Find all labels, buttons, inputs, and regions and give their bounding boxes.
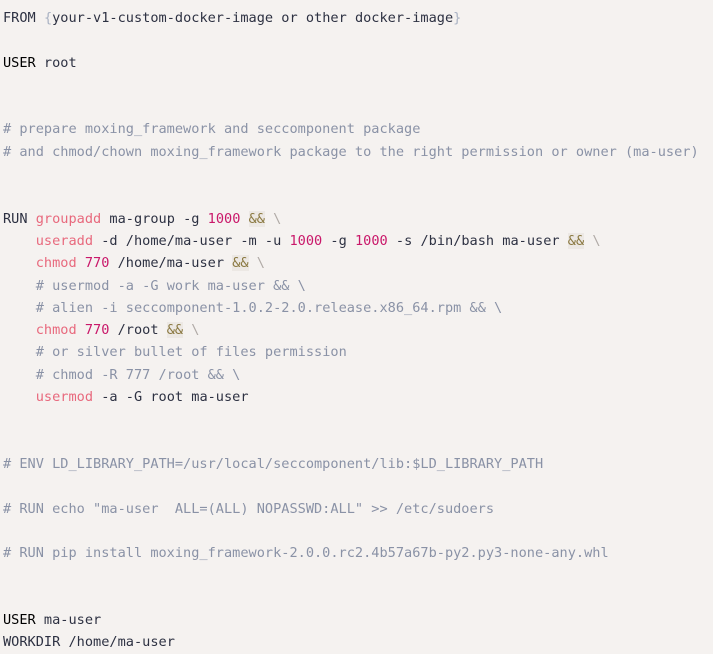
token-operator: && xyxy=(567,232,585,249)
token-comment: # and chmod/chown moxing_framework packa… xyxy=(3,143,699,160)
code-line: # or silver bullet of files permission xyxy=(3,341,713,363)
token-comment: # usermod -a -G work ma-user && \ xyxy=(35,277,306,294)
token-continuation: \ xyxy=(191,322,200,339)
code-line: # prepare moxing_framework and seccompon… xyxy=(3,118,713,140)
token-plain: /root xyxy=(109,322,167,339)
code-line: chmod 770 /home/ma-user && \ xyxy=(3,252,713,274)
token-number: 1000 xyxy=(354,232,388,249)
token-plain: ma-group -g xyxy=(101,210,208,227)
token-plain: -g xyxy=(322,232,355,249)
token-command: chmod xyxy=(35,255,77,272)
code-line: RUN groupadd ma-group -g 1000 && \ xyxy=(3,208,713,230)
code-line: ​ xyxy=(3,29,713,51)
code-line: ​ xyxy=(3,185,713,207)
code-line: USER root xyxy=(3,52,713,74)
code-line: # ENV LD_LIBRARY_PATH=/usr/local/seccomp… xyxy=(3,453,713,475)
token-comment: # prepare moxing_framework and seccompon… xyxy=(3,121,421,138)
code-line: ​ xyxy=(3,96,713,118)
token-plain: your-v1-custom-docker-image or other doc… xyxy=(52,10,454,26)
code-line: USER ma-user xyxy=(3,609,713,631)
code-line: useradd -d /home/ma-user -m -u 1000 -g 1… xyxy=(3,230,713,252)
token-user-keyword: USER xyxy=(3,54,36,71)
token-number: 770 xyxy=(84,322,110,339)
code-line: # alien -i seccomponent-1.0.2-2.0.releas… xyxy=(3,297,713,319)
token-comment: # or silver bullet of files permission xyxy=(35,344,347,361)
token-plain: root xyxy=(35,54,77,71)
token-comment: # RUN pip install moxing_framework-2.0.0… xyxy=(3,545,609,562)
token-command: groupadd xyxy=(35,210,102,227)
token-command: chmod xyxy=(35,322,77,339)
code-line: ​ xyxy=(3,520,713,542)
token-plain: -a -G root ma-user xyxy=(93,389,249,406)
code-line: ​ xyxy=(3,431,713,453)
code-line: # RUN echo "ma-user ALL=(ALL) NOPASSWD:A… xyxy=(3,498,713,520)
code-line: # chmod -R 777 /root && \ xyxy=(3,364,713,386)
token-plain: -s /bin/bash ma-user xyxy=(387,232,568,249)
token-operator: && xyxy=(232,255,249,272)
token-plain: -d /home/ma-user -m -u xyxy=(93,232,290,249)
token-command: useradd xyxy=(35,232,94,249)
token-instruction: RUN xyxy=(3,210,28,227)
token-comment: # RUN echo "ma-user ALL=(ALL) NOPASSWD:A… xyxy=(3,500,495,517)
code-line: ​ xyxy=(3,74,713,96)
token-user-keyword: USER xyxy=(3,612,36,629)
code-line: ​ xyxy=(3,475,713,497)
token-comment: # chmod -R 777 /root && \ xyxy=(35,366,241,383)
code-line: ​ xyxy=(3,564,713,586)
token-operator: && xyxy=(248,210,265,227)
token-number: 1000 xyxy=(207,210,241,227)
token-plain: /home/ma-user xyxy=(109,255,233,272)
token-continuation: \ xyxy=(592,232,601,249)
code-line: ​ xyxy=(3,587,713,609)
token-brace: { xyxy=(43,10,53,26)
code-line: # and chmod/chown moxing_framework packa… xyxy=(3,141,713,163)
token-operator: && xyxy=(166,322,184,339)
token-continuation: \ xyxy=(273,210,282,227)
token-plain: ma-user xyxy=(35,612,102,629)
code-line: ​ xyxy=(3,163,713,185)
token-plain: /home/ma-user xyxy=(60,634,175,651)
token-brace: } xyxy=(453,10,462,26)
token-command: usermod xyxy=(35,389,94,406)
code-line: # RUN pip install moxing_framework-2.0.0… xyxy=(3,542,713,564)
token-continuation: \ xyxy=(256,255,265,272)
code-line: FROM {your-v1-custom-docker-image or oth… xyxy=(3,7,713,29)
token-number: 1000 xyxy=(289,232,323,249)
code-line: ​ xyxy=(3,408,713,430)
code-line: # usermod -a -G work ma-user && \ xyxy=(3,275,713,297)
token-instruction: WORKDIR xyxy=(3,634,61,651)
token-number: 770 xyxy=(84,255,110,272)
code-line: chmod 770 /root && \ xyxy=(3,319,713,341)
code-line: usermod -a -G root ma-user xyxy=(3,386,713,408)
dockerfile-code-view[interactable]: FROM {your-v1-custom-docker-image or oth… xyxy=(0,0,713,650)
code-line: WORKDIR /home/ma-user xyxy=(3,631,713,653)
token-comment: # ENV LD_LIBRARY_PATH=/usr/local/seccomp… xyxy=(3,455,544,472)
token-comment: # alien -i seccomponent-1.0.2-2.0.releas… xyxy=(35,299,503,316)
token-instruction: FROM xyxy=(3,10,36,26)
